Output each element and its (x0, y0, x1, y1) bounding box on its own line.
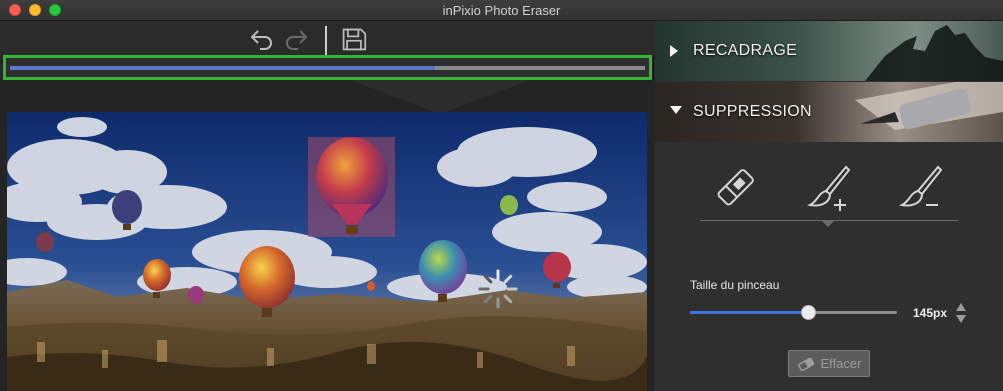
eraser-small-icon (797, 357, 814, 371)
brush-add-tool-button[interactable] (802, 161, 856, 215)
side-panel: RECADRAGE SUPPRESSION Taille du pinceau … (655, 21, 1003, 391)
window-title: inPixio Photo Eraser (442, 3, 561, 18)
canvas-area[interactable] (0, 80, 654, 391)
save-icon (342, 28, 367, 51)
tool-group (700, 161, 960, 221)
section-suppression[interactable]: SUPPRESSION (655, 82, 1003, 142)
eraser-tool-button[interactable] (708, 161, 762, 215)
brush-size-label: Taille du pinceau (690, 278, 780, 292)
clear-button-label: Effacer (820, 356, 862, 371)
brush-size-slider-thumb[interactable] (800, 305, 816, 320)
brush-size-slider-fill (690, 311, 808, 314)
redo-button[interactable] (284, 27, 310, 51)
editor-pane (0, 21, 654, 391)
brush-remove-tool-button[interactable] (894, 161, 948, 215)
clear-button[interactable]: Effacer (788, 350, 870, 377)
section-recadrage[interactable]: RECADRAGE (655, 21, 1003, 81)
loading-spinner (478, 269, 518, 309)
app-window: inPixio Photo Eraser RECADRAGE SUPPRESSI… (0, 0, 1003, 391)
editor-toolbar (0, 21, 654, 60)
undo-button[interactable] (248, 27, 274, 51)
section-suppression-label: SUPPRESSION (693, 103, 812, 120)
progress-fill (10, 66, 436, 70)
brush-size-slider[interactable] (690, 305, 897, 320)
title-bar: inPixio Photo Eraser (0, 0, 1003, 21)
progress-frame (3, 55, 652, 80)
brush-plus-icon (806, 165, 851, 211)
brush-minus-icon (898, 165, 943, 207)
eraser-icon (717, 169, 754, 206)
redo-icon (286, 30, 308, 50)
expanded-arrow-icon (670, 106, 682, 114)
canvas-header-notch (350, 80, 530, 114)
undo-icon (250, 30, 272, 50)
photo-canvas[interactable] (7, 112, 647, 391)
brush-size-stepper[interactable] (955, 302, 967, 324)
collapsed-arrow-icon (670, 45, 678, 57)
progress-bar (10, 66, 645, 70)
save-button[interactable] (341, 27, 367, 51)
active-tool-indicator (821, 220, 835, 227)
brush-size-value: 145px (913, 306, 948, 320)
section-recadrage-label: RECADRAGE (693, 42, 798, 59)
